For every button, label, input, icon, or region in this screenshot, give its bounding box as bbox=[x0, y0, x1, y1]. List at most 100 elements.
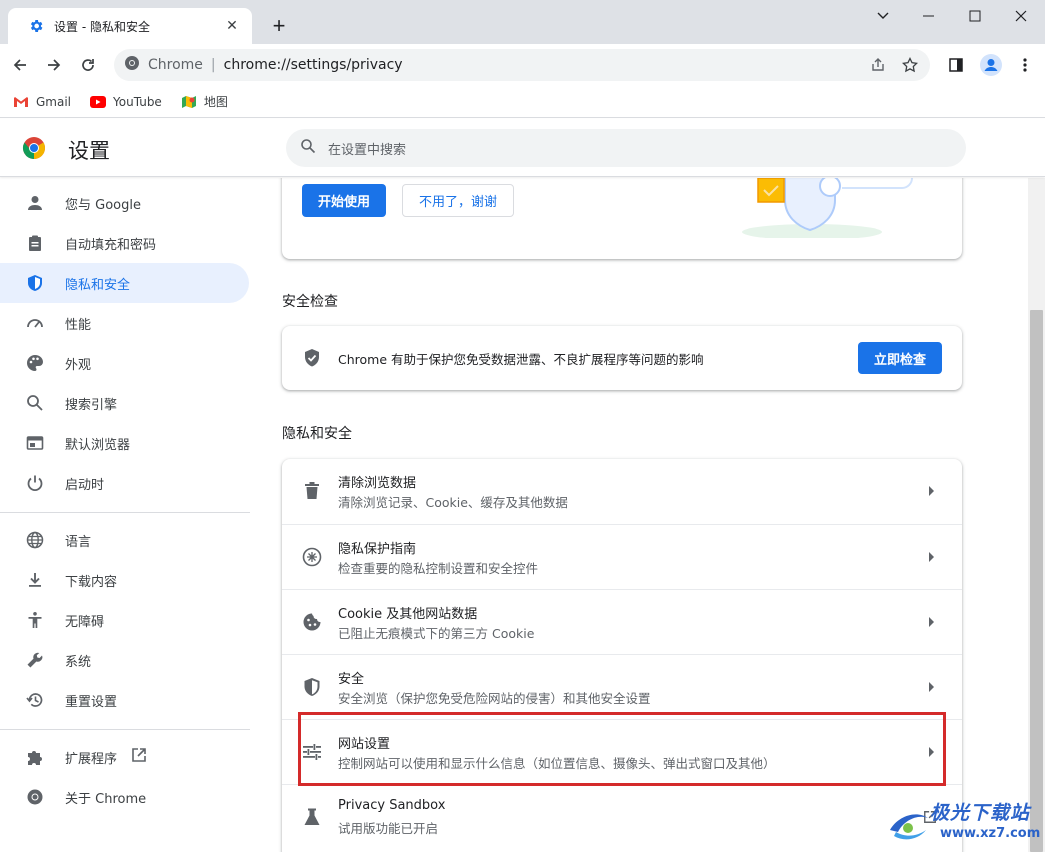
history-icon bbox=[24, 689, 46, 711]
url-text[interactable]: chrome://settings/privacy bbox=[224, 57, 403, 73]
sidebar-item-label: 性能 bbox=[65, 317, 92, 333]
safety-check-card: Chrome 有助于保护您免受数据泄露、不良扩展程序等问题的影响 立即检查 bbox=[282, 326, 962, 390]
scrollbar-thumb[interactable] bbox=[1030, 310, 1043, 852]
sidebar-item-search-engine[interactable]: 搜索引擎 bbox=[0, 383, 249, 423]
tab-title: 设置 - 隐私和安全 bbox=[54, 19, 150, 34]
check-now-button[interactable]: 立即检查 bbox=[858, 342, 942, 374]
close-window-button[interactable] bbox=[998, 0, 1044, 32]
minimize-button[interactable] bbox=[906, 0, 952, 32]
flask-icon bbox=[300, 805, 324, 829]
side-panel-icon[interactable] bbox=[940, 49, 972, 81]
privacy-guide-row[interactable]: 隐私保护指南 检查重要的隐私控制设置和安全控件 bbox=[282, 524, 962, 589]
row-subtitle: 控制网站可以使用和显示什么信息（如位置信息、摄像头、弹出式窗口及其他） bbox=[338, 756, 776, 771]
row-subtitle: 检查重要的隐私控制设置和安全控件 bbox=[338, 561, 539, 576]
settings-search-input[interactable]: 在设置中搜索 bbox=[286, 129, 966, 167]
sidebar-item-on-startup[interactable]: 启动时 bbox=[0, 463, 249, 503]
safety-check-heading: 安全检查 bbox=[282, 294, 338, 310]
row-subtitle: 已阻止无痕模式下的第三方 Cookie bbox=[338, 626, 535, 641]
power-icon bbox=[24, 472, 46, 494]
bookmarks-bar: Gmail YouTube 地图 bbox=[0, 86, 1045, 118]
sidebar-item-system[interactable]: 系统 bbox=[0, 640, 249, 680]
clear-browsing-data-row[interactable]: 清除浏览数据 清除浏览记录、Cookie、缓存及其他数据 bbox=[282, 459, 962, 524]
site-label: Chrome bbox=[148, 57, 203, 73]
tab-search-dropdown-icon[interactable] bbox=[860, 0, 906, 32]
watermark-title: 极光下载站 bbox=[930, 802, 1031, 824]
bookmark-maps[interactable]: 地图 bbox=[180, 93, 228, 110]
bookmark-label: YouTube bbox=[113, 94, 162, 109]
privacy-sandbox-row[interactable]: Privacy Sandbox 试用版功能已开启 bbox=[282, 784, 962, 849]
chrome-site-icon bbox=[124, 55, 140, 75]
watermark-url: www.xz7.com bbox=[940, 826, 1041, 841]
sidebar-item-accessibility[interactable]: 无障碍 bbox=[0, 600, 249, 640]
dismiss-promo-button[interactable]: 不用了，谢谢 bbox=[402, 184, 514, 217]
new-tab-button[interactable]: + bbox=[265, 12, 293, 40]
sidebar-item-label: 默认浏览器 bbox=[65, 437, 131, 453]
accessibility-icon bbox=[24, 609, 46, 631]
bookmark-label: Gmail bbox=[36, 94, 72, 109]
trash-icon bbox=[300, 479, 324, 503]
settings-header: 设置 在设置中搜索 bbox=[0, 119, 1045, 177]
sidebar-divider bbox=[0, 729, 250, 730]
forward-button[interactable] bbox=[38, 49, 70, 81]
shield-icon bbox=[300, 675, 324, 699]
profile-avatar[interactable] bbox=[975, 49, 1007, 81]
start-privacy-guide-button[interactable]: 开始使用 bbox=[302, 184, 386, 217]
tab-strip: 设置 - 隐私和安全 ✕ + bbox=[0, 0, 1045, 44]
tab-close-icon[interactable]: ✕ bbox=[222, 16, 242, 36]
row-title: 清除浏览数据 bbox=[338, 476, 417, 491]
sidebar-divider bbox=[0, 512, 250, 513]
privacy-guide-promo-card: 开始使用 不用了，谢谢 bbox=[282, 178, 962, 259]
speedometer-icon bbox=[24, 312, 46, 334]
reload-button[interactable] bbox=[72, 49, 104, 81]
chevron-right-icon bbox=[926, 744, 938, 760]
toolbar: Chrome | chrome://settings/privacy bbox=[0, 44, 1045, 86]
watermark-swirl-icon bbox=[890, 814, 928, 840]
clipboard-icon bbox=[24, 232, 46, 254]
sidebar-item-performance[interactable]: 性能 bbox=[0, 303, 249, 343]
youtube-icon bbox=[89, 94, 107, 110]
sidebar-item-autofill[interactable]: 自动填充和密码 bbox=[0, 223, 249, 263]
sidebar-item-label: 扩展程序 bbox=[65, 751, 118, 767]
sidebar-item-extensions[interactable]: 扩展程序 bbox=[0, 737, 249, 777]
chrome-logo-icon bbox=[22, 136, 46, 160]
tune-icon bbox=[300, 740, 324, 764]
sidebar-item-reset[interactable]: 重置设置 bbox=[0, 680, 249, 720]
sidebar-item-you-and-google[interactable]: 您与 Google bbox=[0, 183, 249, 223]
browser-icon bbox=[24, 432, 46, 454]
sidebar-item-label: 您与 Google bbox=[65, 197, 141, 213]
bookmark-youtube[interactable]: YouTube bbox=[89, 94, 162, 110]
chrome-icon bbox=[24, 786, 46, 808]
sidebar-item-languages[interactable]: 语言 bbox=[0, 520, 249, 560]
search-icon bbox=[300, 138, 316, 158]
cookie-icon bbox=[300, 610, 324, 634]
shield-check-icon bbox=[302, 348, 322, 372]
bookmark-gmail[interactable]: Gmail bbox=[12, 94, 71, 110]
site-settings-row[interactable]: 网站设置 控制网站可以使用和显示什么信息（如位置信息、摄像头、弹出式窗口及其他） bbox=[282, 719, 962, 784]
sidebar-item-label: 关于 Chrome bbox=[65, 791, 147, 807]
settings-sidebar: 您与 Google 自动填充和密码 隐私和安全 性能 外观 搜索引擎 默认浏览器… bbox=[0, 178, 262, 852]
sidebar-item-label: 语言 bbox=[65, 534, 92, 550]
settings-main: 开始使用 不用了，谢谢 安全检查 Chrome 有助于保护您免受数据泄露、不良扩… bbox=[262, 178, 1028, 852]
security-row[interactable]: 安全 安全浏览（保护您免受危险网站的侵害）和其他安全设置 bbox=[282, 654, 962, 719]
address-bar[interactable]: Chrome | chrome://settings/privacy bbox=[114, 49, 930, 81]
gear-icon bbox=[28, 18, 44, 34]
tab-settings-privacy[interactable]: 设置 - 隐私和安全 ✕ bbox=[8, 8, 252, 44]
sidebar-item-default-browser[interactable]: 默认浏览器 bbox=[0, 423, 249, 463]
chevron-right-icon bbox=[926, 679, 938, 695]
shield-icon bbox=[24, 272, 46, 294]
back-button[interactable] bbox=[4, 49, 36, 81]
share-icon[interactable] bbox=[862, 49, 894, 81]
sidebar-item-privacy[interactable]: 隐私和安全 bbox=[0, 263, 249, 303]
sidebar-item-about-chrome[interactable]: 关于 Chrome bbox=[0, 777, 249, 817]
globe-icon bbox=[24, 529, 46, 551]
maximize-button[interactable] bbox=[952, 0, 998, 32]
row-title: 安全 bbox=[338, 672, 365, 687]
sidebar-item-label: 无障碍 bbox=[65, 614, 105, 630]
sidebar-item-label: 隐私和安全 bbox=[65, 277, 131, 293]
person-icon bbox=[24, 192, 46, 214]
bookmark-star-icon[interactable] bbox=[894, 49, 926, 81]
menu-kebab-icon[interactable] bbox=[1009, 49, 1041, 81]
sidebar-item-downloads[interactable]: 下载内容 bbox=[0, 560, 249, 600]
sidebar-item-appearance[interactable]: 外观 bbox=[0, 343, 249, 383]
cookies-row[interactable]: Cookie 及其他网站数据 已阻止无痕模式下的第三方 Cookie bbox=[282, 589, 962, 654]
